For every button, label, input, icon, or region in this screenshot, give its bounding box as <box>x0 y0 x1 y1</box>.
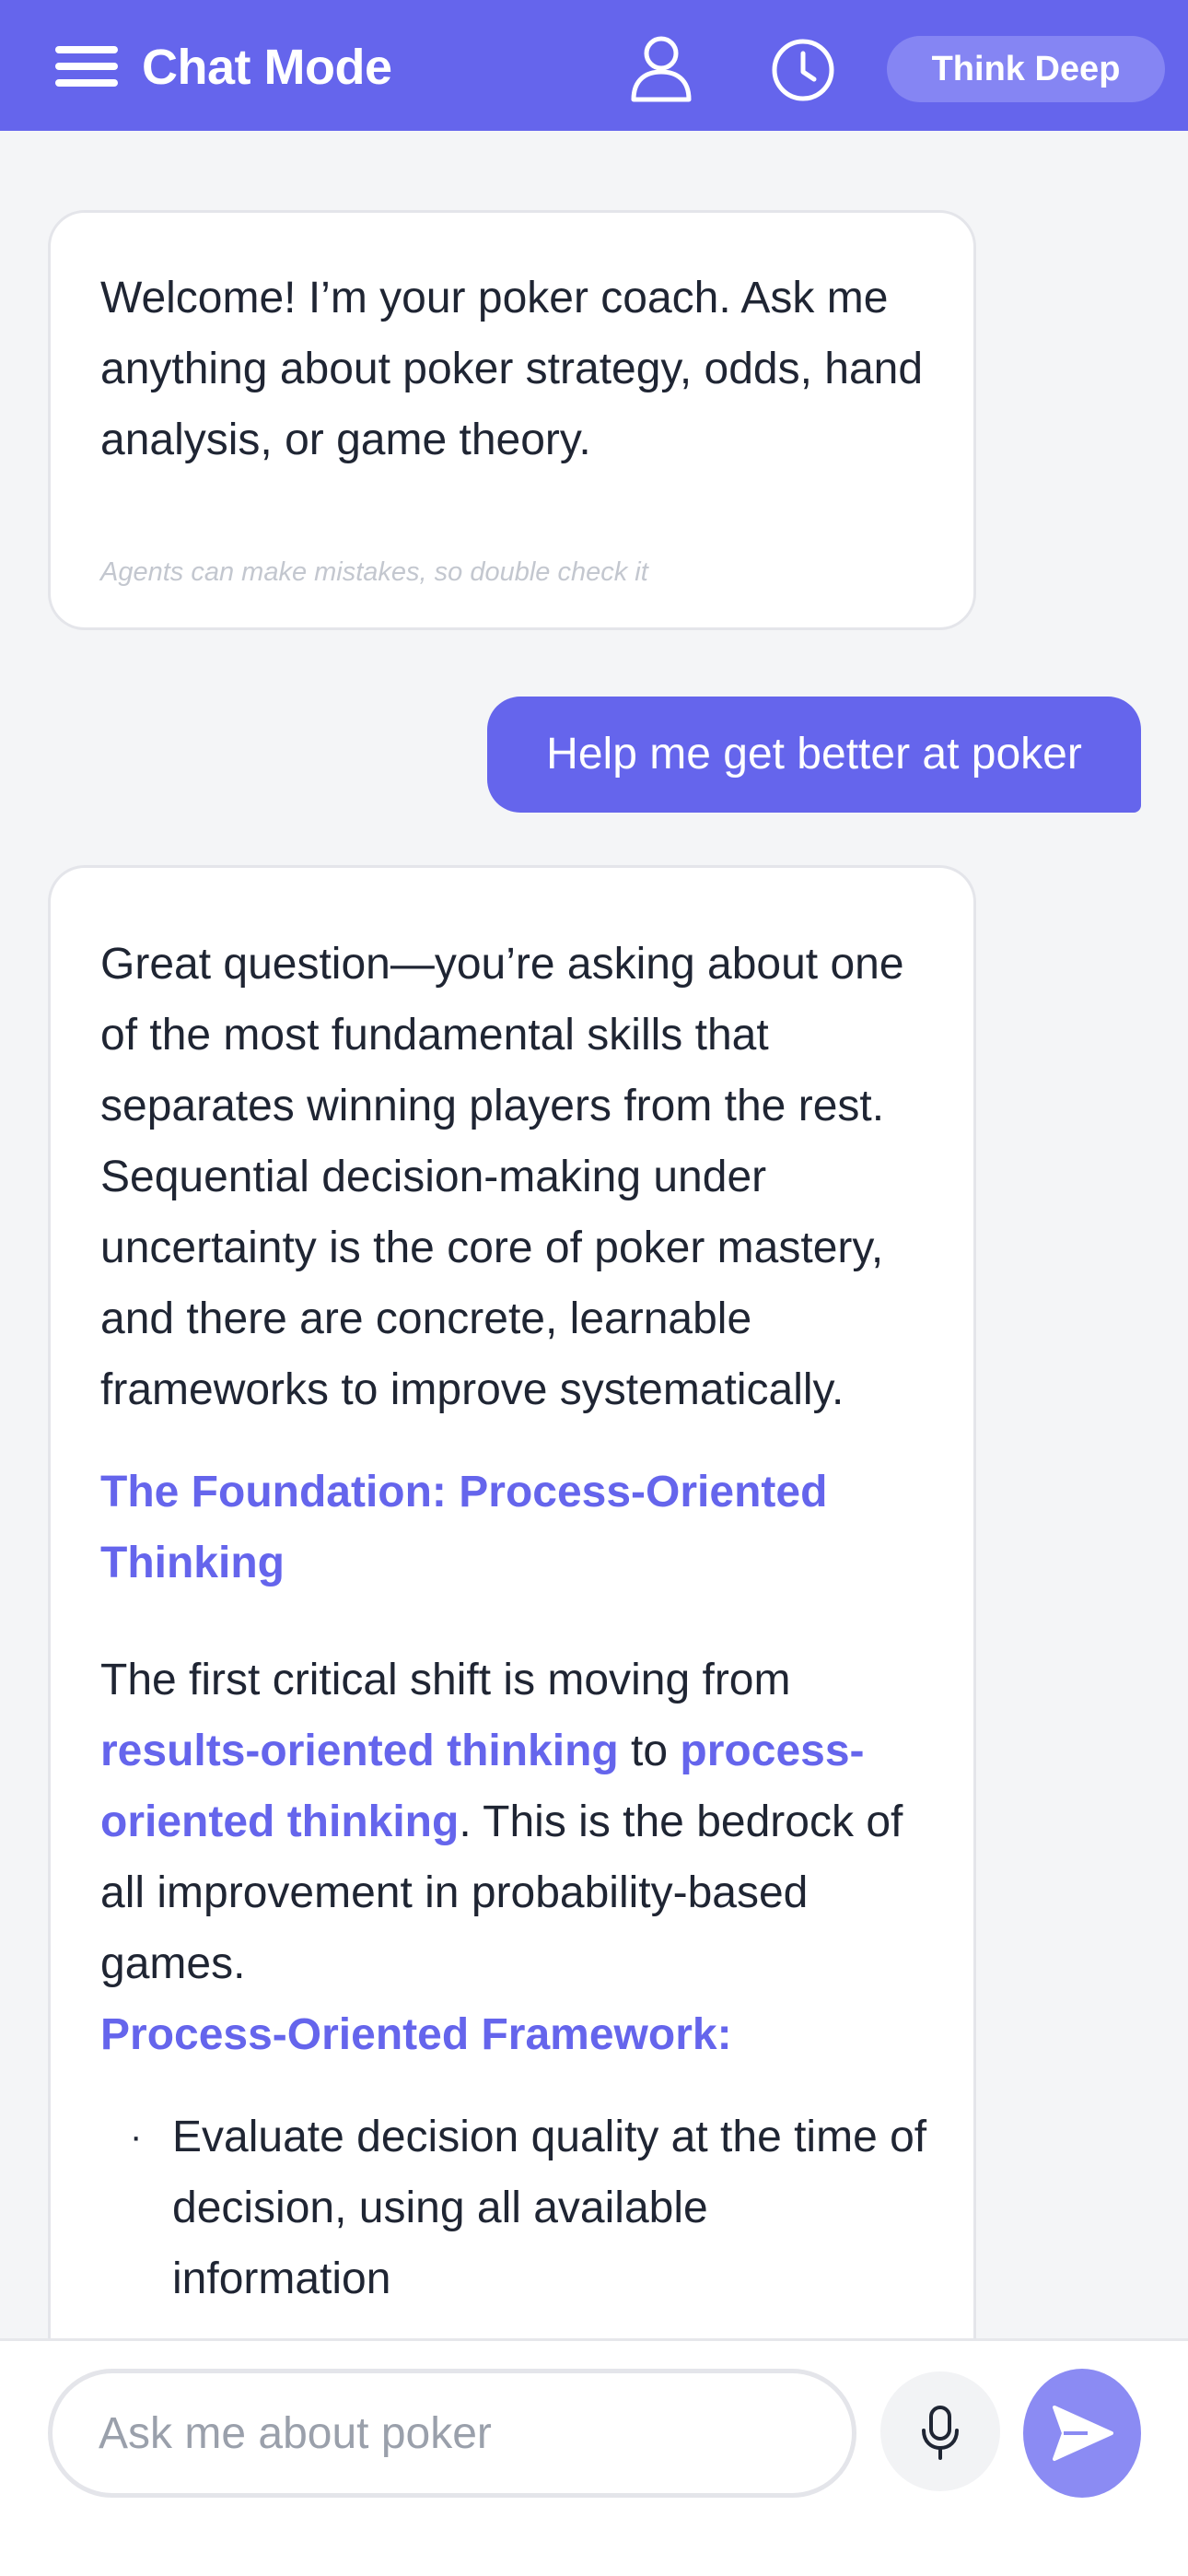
answer-paragraph: The first critical shift is moving from … <box>100 1645 938 1999</box>
answer-text: The first critical shift is moving from <box>100 1656 791 1704</box>
highlight-term: results-oriented thinking <box>100 1727 619 1775</box>
composer-bar <box>0 2338 1188 2576</box>
list-item-text: Evaluate decision quality at the time of… <box>172 2113 927 2303</box>
welcome-message: Welcome! I’m your poker coach. Ask me an… <box>48 210 976 630</box>
top-app-bar: Chat Mode Think Deep <box>0 0 1188 131</box>
chat-thread[interactable]: Welcome! I’m your poker coach. Ask me an… <box>0 131 1188 2338</box>
answer-text: to <box>618 1727 681 1775</box>
list-item: · Evaluate decision quality at the time … <box>100 2102 938 2314</box>
user-message: Help me get better at poker <box>487 697 1141 813</box>
microphone-icon[interactable] <box>880 2371 1000 2491</box>
answer-heading: The Foundation: Process-Oriented Thinkin… <box>100 1468 828 1587</box>
send-icon[interactable] <box>1023 2369 1141 2498</box>
think-deep-button[interactable]: Think Deep <box>887 36 1165 102</box>
bullet-icon: · <box>130 2116 143 2157</box>
disclaimer-text: Agents can make mistakes, so double chec… <box>100 557 648 587</box>
framework-list: · Evaluate decision quality at the time … <box>100 2102 938 2314</box>
assistant-message-body: Great question—you’re asking about one o… <box>100 929 938 2314</box>
assistant-message: Great question—you’re asking about one o… <box>48 865 976 2338</box>
menu-icon[interactable] <box>55 41 122 92</box>
user-icon[interactable] <box>626 33 696 103</box>
chat-input[interactable] <box>48 2369 856 2498</box>
welcome-text: Welcome! I’m your poker coach. Ask me an… <box>100 274 924 464</box>
answer-intro: Great question—you’re asking about one o… <box>100 940 904 1414</box>
clock-icon[interactable] <box>768 33 838 103</box>
page-title: Chat Mode <box>142 40 392 95</box>
framework-heading: Process-Oriented Framework: <box>100 2010 732 2059</box>
